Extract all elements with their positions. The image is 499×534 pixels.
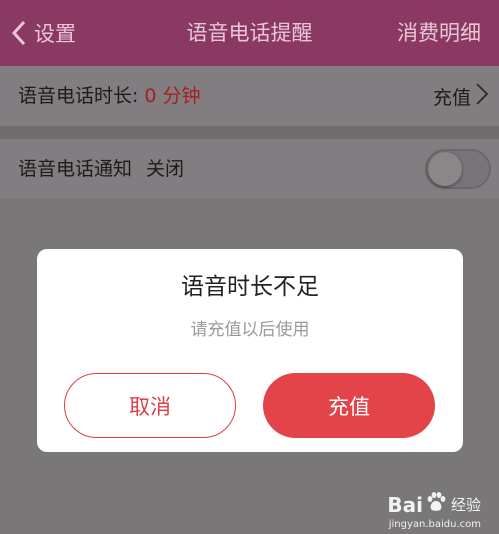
watermark-brand-right: 经验 [450,496,481,514]
dialog-message: 请充值以后使用 [190,320,310,340]
recharge-button[interactable]: 充值 [263,373,435,438]
insufficient-duration-dialog: 语音时长不足 请充值以后使用 取消 充值 [37,249,463,452]
navbar: 设置 语音电话提醒 消费明细 [0,0,499,66]
section-divider [0,126,499,139]
dialog-title: 语音时长不足 [181,274,319,300]
duration-value: 0 分钟 [144,85,201,107]
consumption-details-button[interactable]: 消费明细 [397,0,481,66]
watermark-url: jingyan.baidu.com [388,519,481,530]
watermark-brand-left: Bai [387,492,423,517]
recharge-link[interactable]: 充值 [433,66,489,126]
notify-label: 语音电话通知 [18,158,133,180]
baidu-paw-icon [425,491,447,518]
notify-toggle[interactable] [425,149,491,189]
recharge-label: 充值 [432,86,471,109]
baidu-jingyan-watermark: Bai 经验 jingyan.baidu.com [387,491,481,530]
cancel-button[interactable]: 取消 [64,373,236,438]
chevron-right-icon [475,82,489,110]
toggle-knob [428,152,462,186]
duration-row: 语音电话时长: 0 分钟 充值 [0,66,499,126]
notify-state: 关闭 [146,158,185,180]
duration-label: 语音电话时长: [18,85,139,107]
